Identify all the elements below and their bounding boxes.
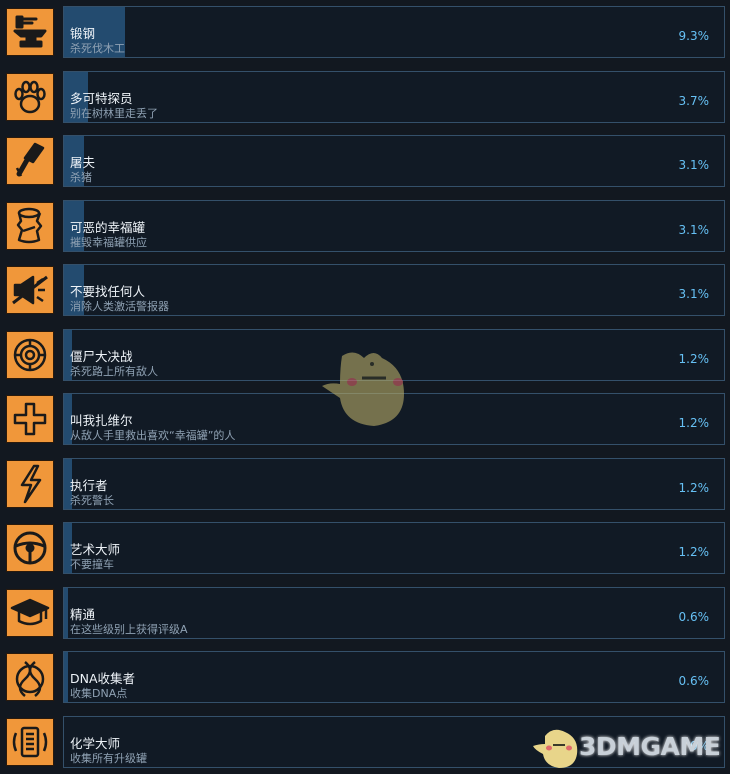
mascot-icon bbox=[533, 729, 578, 768]
cleaver-icon bbox=[6, 137, 54, 185]
achievement-row[interactable]: 多可特探员 别在树林里走丢了 3.7% bbox=[0, 71, 730, 124]
tire-icon bbox=[6, 331, 54, 379]
paw-print-icon bbox=[6, 73, 54, 121]
watermark-logo: 3DMGAME bbox=[533, 720, 727, 770]
watermark-mascot bbox=[312, 344, 422, 434]
achievement-row[interactable]: 不要找任何人 消除人类激活警报器 3.1% bbox=[0, 264, 730, 317]
unlock-percentage: 1.2% bbox=[678, 352, 710, 366]
unlock-percentage: 1.2% bbox=[678, 416, 710, 430]
progress-bar bbox=[64, 588, 68, 638]
achievement-row[interactable]: DNA收集者 收集DNA点 0.6% bbox=[0, 651, 730, 704]
broken-megaphone-icon bbox=[6, 266, 54, 314]
unlock-percentage: 1.2% bbox=[678, 545, 710, 559]
unlock-percentage: 1.2% bbox=[678, 481, 710, 495]
achievement-row[interactable]: 精通 在这些级别上获得评级A 0.6% bbox=[0, 587, 730, 640]
steering-wheel-icon bbox=[6, 524, 54, 572]
achievement-description: 杀猪 bbox=[70, 171, 92, 184]
achievement-description: 收集DNA点 bbox=[70, 687, 128, 700]
upgrade-canister-icon bbox=[6, 718, 54, 766]
unlock-percentage: 0.6% bbox=[678, 610, 710, 624]
achievement-description: 不要撞车 bbox=[70, 558, 114, 571]
achievement-panel: 不要找任何人 消除人类激活警报器 3.1% bbox=[63, 264, 725, 316]
achievement-description: 在这些级别上获得评级A bbox=[70, 623, 188, 636]
unlock-percentage: 3.1% bbox=[678, 158, 710, 172]
achievement-description: 收集所有升级罐 bbox=[70, 752, 147, 765]
achievement-row[interactable]: 锻钢 杀死伐木工 9.3% bbox=[0, 6, 730, 59]
achievement-row[interactable]: 执行者 杀死警长 1.2% bbox=[0, 458, 730, 511]
achievement-row[interactable]: 艺术大师 不要撞车 1.2% bbox=[0, 522, 730, 575]
achievement-description: 消除人类激活警报器 bbox=[70, 300, 169, 313]
achievement-panel: DNA收集者 收集DNA点 0.6% bbox=[63, 651, 725, 703]
unlock-percentage: 3.1% bbox=[678, 223, 710, 237]
lightning-icon bbox=[6, 460, 54, 508]
unlock-percentage: 0.6% bbox=[678, 674, 710, 688]
progress-bar bbox=[64, 652, 68, 702]
watermark-text: 3DMGAME bbox=[579, 732, 721, 761]
achievement-panel: 执行者 杀死警长 1.2% bbox=[63, 458, 725, 510]
achievement-panel: 多可特探员 别在树林里走丢了 3.7% bbox=[63, 71, 725, 123]
achievement-description: 杀死伐木工 bbox=[70, 42, 125, 55]
achievement-description: 从敌人手里救出喜欢“幸福罐”的人 bbox=[70, 429, 236, 442]
achievement-description: 杀死路上所有敌人 bbox=[70, 365, 158, 378]
achievement-description: 杀死警长 bbox=[70, 494, 114, 507]
anvil-icon bbox=[6, 8, 54, 56]
crushed-can-icon bbox=[6, 202, 54, 250]
achievement-description: 摧毁幸福罐供应 bbox=[70, 236, 147, 249]
unlock-percentage: 9.3% bbox=[678, 29, 710, 43]
unlock-percentage: 3.7% bbox=[678, 94, 710, 108]
achievement-description: 别在树林里走丢了 bbox=[70, 107, 158, 120]
unlock-percentage: 3.1% bbox=[678, 287, 710, 301]
achievement-row[interactable]: 屠夫 杀猪 3.1% bbox=[0, 135, 730, 188]
graduation-cap-icon bbox=[6, 589, 54, 637]
achievement-panel: 精通 在这些级别上获得评级A 0.6% bbox=[63, 587, 725, 639]
dna-icon bbox=[6, 653, 54, 701]
achievement-row[interactable]: 可恶的幸福罐 摧毁幸福罐供应 3.1% bbox=[0, 200, 730, 253]
achievement-panel: 屠夫 杀猪 3.1% bbox=[63, 135, 725, 187]
medical-cross-icon bbox=[6, 395, 54, 443]
achievement-panel: 艺术大师 不要撞车 1.2% bbox=[63, 522, 725, 574]
achievement-panel: 可恶的幸福罐 摧毁幸福罐供应 3.1% bbox=[63, 200, 725, 252]
achievement-panel: 锻钢 杀死伐木工 9.3% bbox=[63, 6, 725, 58]
